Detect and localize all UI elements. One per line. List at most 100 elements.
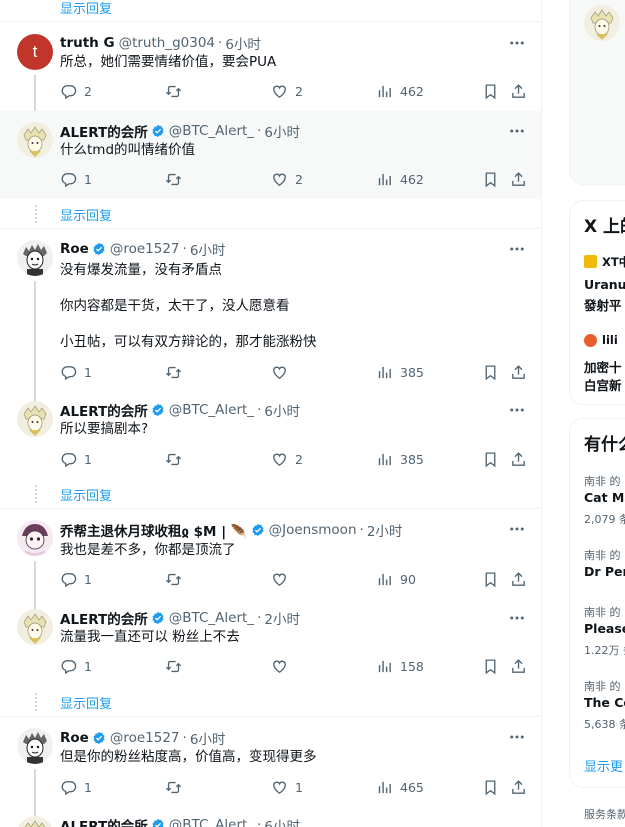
trend-topic[interactable]: The Co: [584, 695, 625, 710]
retweet-button[interactable]: [165, 169, 182, 189]
views-button[interactable]: 385: [376, 362, 424, 382]
tweet-time[interactable]: 6小时: [264, 815, 300, 827]
avatar[interactable]: [17, 816, 53, 827]
like-button[interactable]: [271, 569, 288, 589]
avatar[interactable]: [17, 122, 53, 158]
bookmark-button[interactable]: [482, 569, 499, 589]
tweet-time[interactable]: 6小时: [264, 400, 300, 420]
views-button[interactable]: 462: [376, 81, 424, 101]
like-button[interactable]: 2: [271, 449, 303, 469]
reply-button[interactable]: 1: [60, 449, 92, 469]
show-replies-link[interactable]: 显示回复: [60, 0, 112, 17]
more-icon[interactable]: [508, 609, 526, 627]
avatar[interactable]: [17, 401, 53, 437]
tweet[interactable]: Roe @roe1527 · 6小时 但是你的粉丝粘度高，价值高，变现得更多 1…: [0, 717, 541, 817]
tweet[interactable]: t truth G @truth_g0304 · 6小时 所总，她们需要情绪价值…: [0, 23, 541, 123]
like-button[interactable]: 2: [271, 169, 303, 189]
retweet-button[interactable]: [165, 362, 182, 382]
more-icon[interactable]: [508, 240, 526, 258]
show-replies-row[interactable]: 显示回复: [0, 0, 541, 22]
author-name[interactable]: 乔帮主退休月球收租ჲ $M | 🪶: [60, 520, 248, 540]
tweet-time[interactable]: 6小时: [264, 121, 300, 141]
bookmark-button[interactable]: [482, 169, 499, 189]
retweet-button[interactable]: [165, 569, 182, 589]
show-replies-row[interactable]: 显示回复: [0, 479, 541, 509]
retweet-button[interactable]: [165, 449, 182, 469]
tweet[interactable]: ALERT的会所 @BTC_Alert_ · 6小时: [0, 805, 541, 827]
author-name[interactable]: Roe: [60, 241, 89, 257]
footer-terms-link[interactable]: 服务条款: [584, 806, 625, 822]
show-replies-row[interactable]: 显示回复: [0, 687, 541, 717]
share-button[interactable]: [510, 656, 527, 676]
show-replies-row[interactable]: 显示回复: [0, 199, 541, 229]
avatar[interactable]: [17, 728, 53, 764]
like-button[interactable]: 2: [271, 81, 303, 101]
show-replies-link[interactable]: 显示回复: [60, 485, 112, 504]
author-handle[interactable]: @truth_g0304: [119, 35, 215, 51]
author-name[interactable]: ALERT的会所: [60, 608, 148, 628]
tweet-time[interactable]: 6小时: [190, 728, 226, 748]
news-headline[interactable]: 發射平: [584, 295, 622, 314]
show-more-link[interactable]: 显示更: [584, 756, 623, 775]
news-source[interactable]: lili: [602, 333, 618, 347]
news-headline[interactable]: 白宫新: [584, 375, 622, 394]
like-button[interactable]: [271, 362, 288, 382]
reply-button[interactable]: 1: [60, 169, 92, 189]
more-icon[interactable]: [508, 520, 526, 538]
author-handle[interactable]: @BTC_Alert_: [169, 123, 254, 139]
trend-topic[interactable]: Please: [584, 621, 625, 636]
avatar[interactable]: [17, 609, 53, 645]
tweet[interactable]: 乔帮主退休月球收租ჲ $M | 🪶 @Joensmoon · 2小时 我也是差不…: [0, 509, 541, 609]
tweet-time[interactable]: 6小时: [225, 33, 261, 53]
tweet-time[interactable]: 6小时: [190, 239, 226, 259]
views-button[interactable]: 158: [376, 656, 424, 676]
show-replies-link[interactable]: 显示回复: [60, 205, 112, 224]
avatar[interactable]: [17, 520, 53, 556]
author-handle[interactable]: @BTC_Alert_: [169, 817, 254, 827]
reply-button[interactable]: 2: [60, 81, 92, 101]
like-button[interactable]: 1: [271, 777, 303, 797]
show-replies-link[interactable]: 显示回复: [60, 693, 112, 712]
tweet-time[interactable]: 2小时: [264, 608, 300, 628]
author-handle[interactable]: @roe1527: [110, 730, 180, 746]
bookmark-button[interactable]: [482, 777, 499, 797]
views-button[interactable]: 385: [376, 449, 424, 469]
views-button[interactable]: 462: [376, 169, 424, 189]
tweet[interactable]: ALERT的会所 @BTC_Alert_ · 2小时 流量我一直还可以 粉丝上不…: [0, 597, 541, 687]
retweet-button[interactable]: [165, 656, 182, 676]
news-headline[interactable]: Uranus: [584, 277, 625, 292]
share-button[interactable]: [510, 569, 527, 589]
news-source[interactable]: XT中: [602, 254, 625, 270]
bookmark-button[interactable]: [482, 449, 499, 469]
share-button[interactable]: [510, 169, 527, 189]
bookmark-button[interactable]: [482, 362, 499, 382]
more-icon[interactable]: [508, 401, 526, 419]
author-handle[interactable]: @Joensmoon: [269, 522, 357, 538]
trend-topic[interactable]: Dr Per: [584, 564, 625, 579]
more-icon[interactable]: [508, 34, 526, 52]
share-button[interactable]: [510, 449, 527, 469]
retweet-button[interactable]: [165, 81, 182, 101]
author-handle[interactable]: @BTC_Alert_: [169, 610, 254, 626]
reply-button[interactable]: 1: [60, 656, 92, 676]
tweet[interactable]: ALERT的会所 @BTC_Alert_ · 6小时 所以要搞剧本? 1 2 3…: [0, 388, 541, 479]
avatar[interactable]: [584, 5, 620, 41]
reply-button[interactable]: 1: [60, 777, 92, 797]
share-button[interactable]: [510, 81, 527, 101]
avatar[interactable]: [17, 240, 53, 276]
author-name[interactable]: Roe: [60, 730, 89, 746]
author-handle[interactable]: @roe1527: [110, 241, 180, 257]
bookmark-button[interactable]: [482, 656, 499, 676]
more-icon[interactable]: [508, 122, 526, 140]
author-name[interactable]: ALERT的会所: [60, 121, 148, 141]
avatar[interactable]: t: [17, 34, 53, 70]
like-button[interactable]: [271, 656, 288, 676]
share-button[interactable]: [510, 777, 527, 797]
views-button[interactable]: 465: [376, 777, 424, 797]
reply-button[interactable]: 1: [60, 362, 92, 382]
tweet[interactable]: ALERT的会所 @BTC_Alert_ · 6小时 什么tmd的叫情绪价值 1…: [0, 111, 541, 199]
views-button[interactable]: 90: [376, 569, 416, 589]
author-handle[interactable]: @BTC_Alert_: [169, 402, 254, 418]
author-name[interactable]: ALERT的会所: [60, 815, 148, 827]
more-icon[interactable]: [508, 728, 526, 746]
